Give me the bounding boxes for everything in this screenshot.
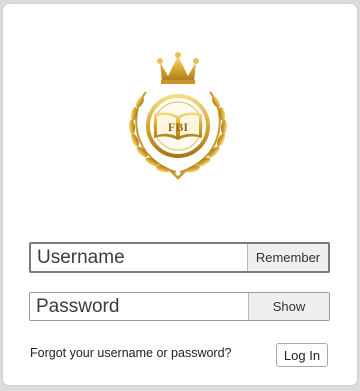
logo-monogram: FBI <box>168 120 188 134</box>
remember-button[interactable]: Remember <box>247 244 328 271</box>
forgot-credentials-link[interactable]: Forgot your username or password? <box>30 346 231 360</box>
show-password-button[interactable]: Show <box>248 293 329 320</box>
password-field: Show <box>29 292 330 321</box>
username-field: Remember <box>29 242 330 273</box>
login-button[interactable]: Log In <box>276 343 328 367</box>
username-input[interactable] <box>31 244 247 271</box>
crown-icon <box>157 52 199 84</box>
login-card: FBI Remember Show Forgot your username o… <box>3 4 357 385</box>
password-input[interactable] <box>30 293 248 320</box>
crest-logo-icon: FBI <box>128 52 228 180</box>
